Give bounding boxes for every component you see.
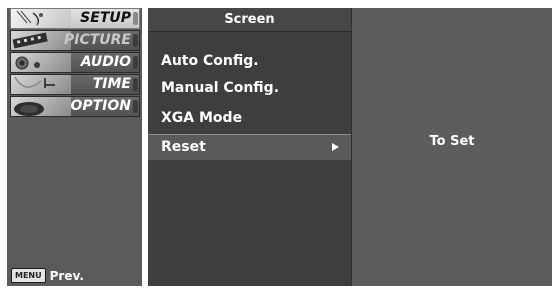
menu-item-audio[interactable]: AUDIO <box>10 52 140 73</box>
menu-item-time[interactable]: TIME <box>10 74 140 95</box>
film-strip-icon <box>11 31 71 50</box>
submenu-item-xga-mode[interactable]: XGA Mode <box>148 105 351 131</box>
submenu-item-label: Manual Config. <box>161 80 280 96</box>
osd-screen: SETUP PICTURE AUDIO TIME OPTION MENU Pre… <box>0 0 552 291</box>
main-menu-panel: SETUP PICTURE AUDIO TIME OPTION MENU Pre… <box>7 8 142 286</box>
menu-knob <box>133 56 138 69</box>
menu-item-label: OPTION <box>70 98 131 114</box>
screen-submenu-panel: Screen Auto Config. Manual Config. XGA M… <box>148 8 351 286</box>
satellite-dish-icon <box>11 9 71 28</box>
menu-item-label: SETUP <box>80 10 131 26</box>
submenu-item-auto-config[interactable]: Auto Config. <box>148 48 351 74</box>
menu-knob <box>133 34 138 47</box>
prev-hint[interactable]: MENU Prev. <box>11 265 84 283</box>
menu-key-icon: MENU <box>11 268 46 283</box>
menu-item-setup[interactable]: SETUP <box>10 8 140 29</box>
arrow-right-icon <box>332 143 339 151</box>
menu-item-picture[interactable]: PICTURE <box>10 30 140 51</box>
submenu-header: Screen <box>148 8 351 32</box>
menu-item-label: AUDIO <box>80 54 131 70</box>
submenu-title: Screen <box>224 12 275 27</box>
submenu-item-label: XGA Mode <box>161 110 243 126</box>
submenu-item-label: Auto Config. <box>161 53 259 69</box>
info-panel: To Set <box>351 8 552 286</box>
clock-icon <box>11 75 71 94</box>
prev-label: Prev. <box>49 268 84 283</box>
menu-item-option[interactable]: OPTION <box>10 96 140 117</box>
menu-item-label: PICTURE <box>63 32 131 48</box>
info-text: To Set <box>429 134 475 149</box>
menu-knob <box>133 100 138 113</box>
speaker-icon <box>11 53 71 72</box>
menu-knob <box>133 12 138 25</box>
submenu-item-reset[interactable]: Reset <box>148 134 351 160</box>
submenu-item-manual-config[interactable]: Manual Config. <box>148 75 351 101</box>
option-disc-icon <box>11 97 71 116</box>
menu-knob <box>133 78 138 91</box>
menu-item-label: TIME <box>92 76 131 92</box>
submenu-item-label: Reset <box>161 139 206 155</box>
